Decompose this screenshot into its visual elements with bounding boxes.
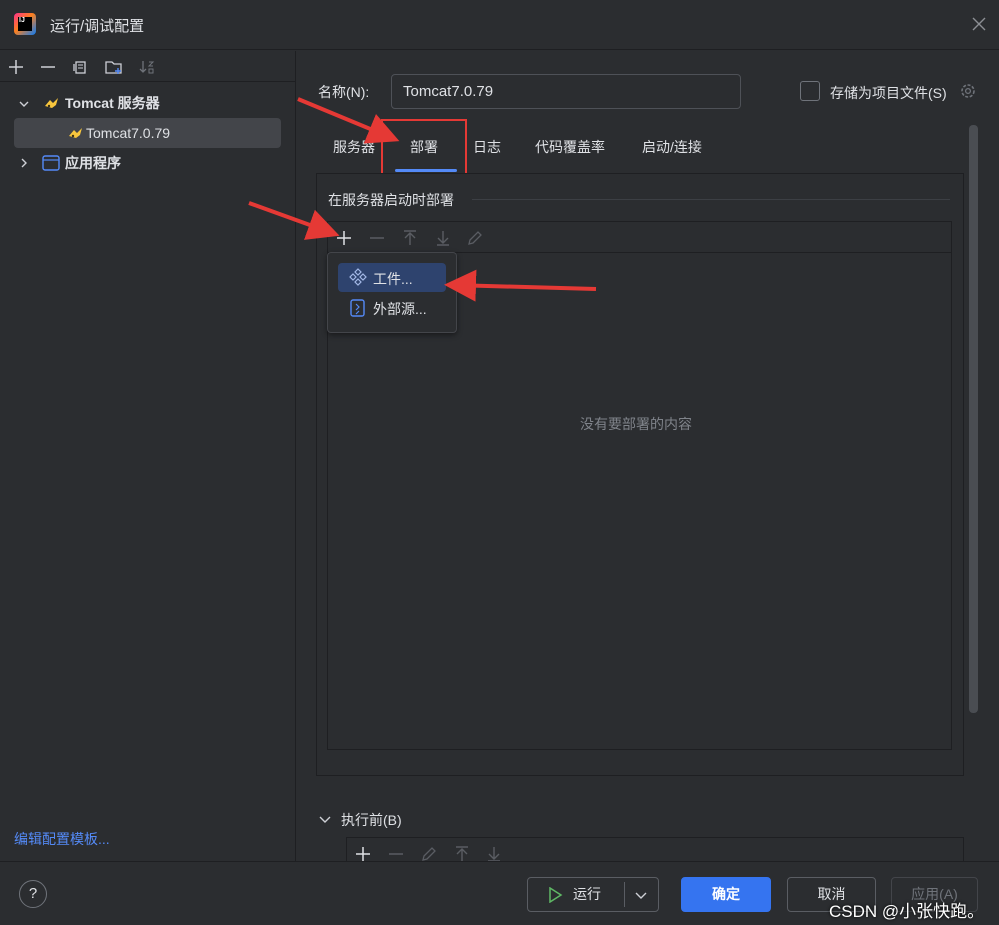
annotation-arrow <box>297 97 400 144</box>
watermark: CSDN @小张快跑。 <box>829 902 985 921</box>
annotation-arrows <box>248 97 597 302</box>
annotation-arrow <box>248 201 340 240</box>
annotation-arrow <box>444 269 597 302</box>
